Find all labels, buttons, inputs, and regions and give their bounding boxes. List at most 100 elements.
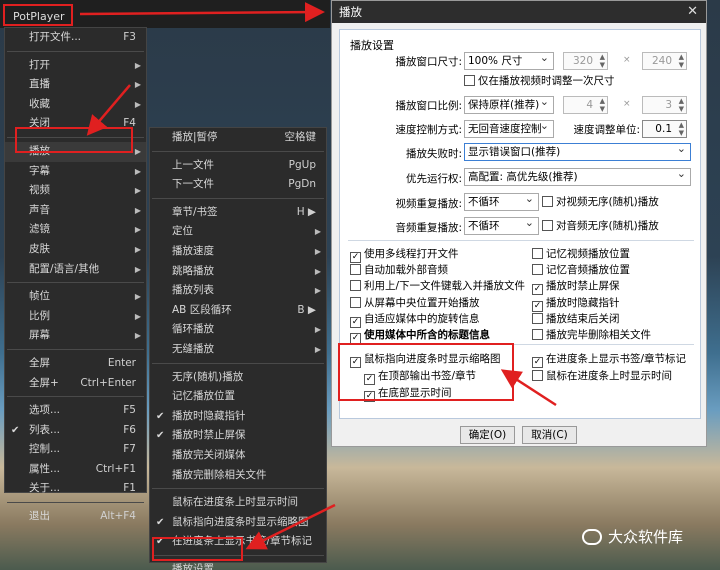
audio-random-checkbox[interactable]: 对音频无序(随机)播放: [542, 219, 659, 233]
priority-select[interactable]: 高配置: 高优先级(推荐): [464, 168, 691, 186]
menu-item[interactable]: AB 区段循环 B ▶: [150, 301, 326, 321]
speed-unit-input[interactable]: 0.1 ▲ ▼: [642, 120, 687, 138]
menu-item[interactable]: 关于... F1: [5, 479, 146, 499]
ratio-width-input[interactable]: 4 ▲ ▼: [563, 96, 608, 114]
spinner-icon[interactable]: ▲ ▼: [679, 97, 684, 113]
menu-item[interactable]: 皮肤 ▶: [5, 240, 146, 260]
checkbox-box[interactable]: [542, 220, 553, 231]
show-time-checkbox[interactable]: 鼠标在进度条上时显示时间: [532, 369, 672, 383]
option-checkbox[interactable]: ✓ 使用媒体中所含的标题信息: [350, 328, 490, 344]
menu-item[interactable]: 收藏 ▶: [5, 95, 146, 115]
checkbox-box[interactable]: [542, 196, 553, 207]
cancel-button[interactable]: 取消(C): [522, 426, 577, 444]
spinner-icon[interactable]: ▲ ▼: [600, 97, 605, 113]
menu-item[interactable]: 循环播放 ▶: [150, 320, 326, 340]
spinner-icon[interactable]: ▲ ▼: [600, 53, 605, 69]
option-checkbox[interactable]: 播放完毕删除相关文件: [532, 328, 651, 342]
checkbox-box[interactable]: [532, 329, 543, 340]
ok-button[interactable]: 确定(O): [460, 426, 515, 444]
menu-item[interactable]: 全屏+ Ctrl+Enter: [5, 374, 146, 394]
menu-item[interactable]: 播放设置...: [150, 560, 326, 570]
option-checkbox[interactable]: 自动加载外部音频: [350, 263, 448, 277]
checkbox-box[interactable]: ✓: [532, 284, 543, 296]
checkbox-box[interactable]: [532, 264, 543, 276]
video-random-checkbox[interactable]: 对视频无序(随机)播放: [542, 195, 659, 209]
menu-item[interactable]: 退出 Alt+F4: [5, 507, 146, 527]
menu-item[interactable]: 播放|暂停 空格键: [150, 128, 326, 148]
option-checkbox[interactable]: 从屏幕中央位置开始播放: [350, 296, 480, 310]
option-checkbox[interactable]: ✓ 使用多线程打开文件: [350, 247, 459, 263]
menu-item[interactable]: 播放列表 ▶: [150, 281, 326, 301]
highlight-play-settings: [152, 537, 243, 561]
fail-select[interactable]: 显示错误窗口(推荐): [464, 143, 691, 161]
checkbox-box[interactable]: [350, 264, 361, 276]
menu-item[interactable]: 全屏 Enter: [5, 354, 146, 374]
option-checkbox[interactable]: 记忆音频播放位置: [532, 263, 630, 277]
menu-item[interactable]: 选项... F5: [5, 401, 146, 421]
menu-item[interactable]: ✔ 播放时隐藏指针: [150, 407, 326, 427]
checkbox-box[interactable]: [532, 248, 543, 259]
show-marks-checkbox[interactable]: ✓ 在进度条上显示书签/章节标记: [532, 352, 686, 368]
menu-item[interactable]: 下一文件 PgDn: [150, 175, 326, 195]
option-checkbox[interactable]: ✓ 播放时隐藏指针: [532, 296, 620, 312]
potplayer-menu-button[interactable]: PotPlayer ⌄: [3, 4, 73, 44]
menu-item[interactable]: 打开文件... F3: [5, 28, 146, 48]
chevron-right-icon: ▶: [134, 311, 141, 321]
menu-item[interactable]: 播放速度 ▶: [150, 242, 326, 262]
checkbox-box[interactable]: ✓: [532, 357, 543, 368]
close-icon[interactable]: ✕: [687, 1, 698, 23]
menu-item[interactable]: 章节/书签 H ▶: [150, 203, 326, 223]
option-checkbox[interactable]: 播放结束后关闭: [532, 312, 620, 326]
checkbox-box[interactable]: [464, 75, 475, 86]
menu-item[interactable]: 比例 ▶: [5, 307, 146, 327]
checkbox-box[interactable]: [350, 296, 361, 308]
menu-item[interactable]: 鼠标在进度条上时显示时间: [150, 493, 326, 513]
aspect-select[interactable]: 保持原样(推荐): [464, 96, 554, 114]
checkbox-box[interactable]: ✓: [350, 316, 361, 328]
window-size-select[interactable]: 100% 尺寸: [464, 52, 554, 70]
height-input[interactable]: 240 ▲ ▼: [642, 52, 687, 70]
menu-item[interactable]: 无缝播放 ▶: [150, 340, 326, 360]
menu-item[interactable]: 屏幕 ▶: [5, 326, 146, 346]
checkbox-box[interactable]: [532, 312, 543, 324]
menu-item[interactable]: 视频 ▶: [5, 181, 146, 201]
only-first-resize-checkbox[interactable]: 仅在播放视频时调整一次尺寸: [464, 74, 615, 88]
video-repeat-select[interactable]: 不循环: [464, 193, 539, 211]
menu-item[interactable]: 滤镜 ▶: [5, 220, 146, 240]
checkbox-box[interactable]: ✓: [350, 252, 361, 263]
checkbox-box[interactable]: [532, 370, 543, 381]
audio-repeat-select[interactable]: 不循环: [464, 217, 539, 235]
speed-control-select[interactable]: 无回音速度控制: [464, 120, 554, 138]
highlight-play-item: [15, 127, 133, 153]
checkbox-box[interactable]: ✓: [532, 300, 543, 312]
menu-item[interactable]: ✔ 鼠标指向进度条时显示缩略图: [150, 513, 326, 533]
menu-item[interactable]: 上一文件 PgUp: [150, 156, 326, 176]
menu-item[interactable]: 字幕 ▶: [5, 162, 146, 182]
menu-item[interactable]: ✔ 列表... F6: [5, 421, 146, 441]
menu-item[interactable]: 无序(随机)播放: [150, 368, 326, 388]
shortcut-label: Ctrl+Enter: [80, 376, 136, 389]
option-checkbox[interactable]: ✓ 自适应媒体中的旋转信息: [350, 312, 480, 328]
menu-item[interactable]: 播放完关闭媒体: [150, 446, 326, 466]
option-checkbox[interactable]: 利用上/下一文件键载入并播放文件: [350, 279, 525, 293]
menu-item[interactable]: 记忆播放位置: [150, 387, 326, 407]
menu-item[interactable]: 跳略播放 ▶: [150, 262, 326, 282]
menu-item[interactable]: 帧位 ▶: [5, 287, 146, 307]
menu-item[interactable]: 定位 ▶: [150, 222, 326, 242]
menu-item[interactable]: 属性... Ctrl+F1: [5, 460, 146, 480]
ratio-height-input[interactable]: 3 ▲ ▼: [642, 96, 687, 114]
width-input[interactable]: 320 ▲ ▼: [563, 52, 608, 70]
menu-item[interactable]: 打开 ▶: [5, 56, 146, 76]
checkbox-box[interactable]: [350, 280, 361, 292]
menu-item[interactable]: 声音 ▶: [5, 201, 146, 221]
menu-item[interactable]: 直播 ▶: [5, 75, 146, 95]
option-checkbox[interactable]: ✓ 播放时禁止屏保: [532, 279, 620, 296]
option-checkbox[interactable]: 记忆视频播放位置: [532, 247, 630, 261]
menu-item[interactable]: ✔ 播放时禁止屏保: [150, 426, 326, 446]
menu-item[interactable]: 播放完删除相关文件: [150, 466, 326, 486]
menu-item-label: 收藏: [29, 97, 50, 110]
spinner-icon[interactable]: ▲ ▼: [679, 53, 684, 69]
menu-item[interactable]: 配置/语言/其他 ▶: [5, 260, 146, 280]
spinner-icon[interactable]: ▲ ▼: [679, 121, 684, 137]
menu-item[interactable]: 控制... F7: [5, 440, 146, 460]
